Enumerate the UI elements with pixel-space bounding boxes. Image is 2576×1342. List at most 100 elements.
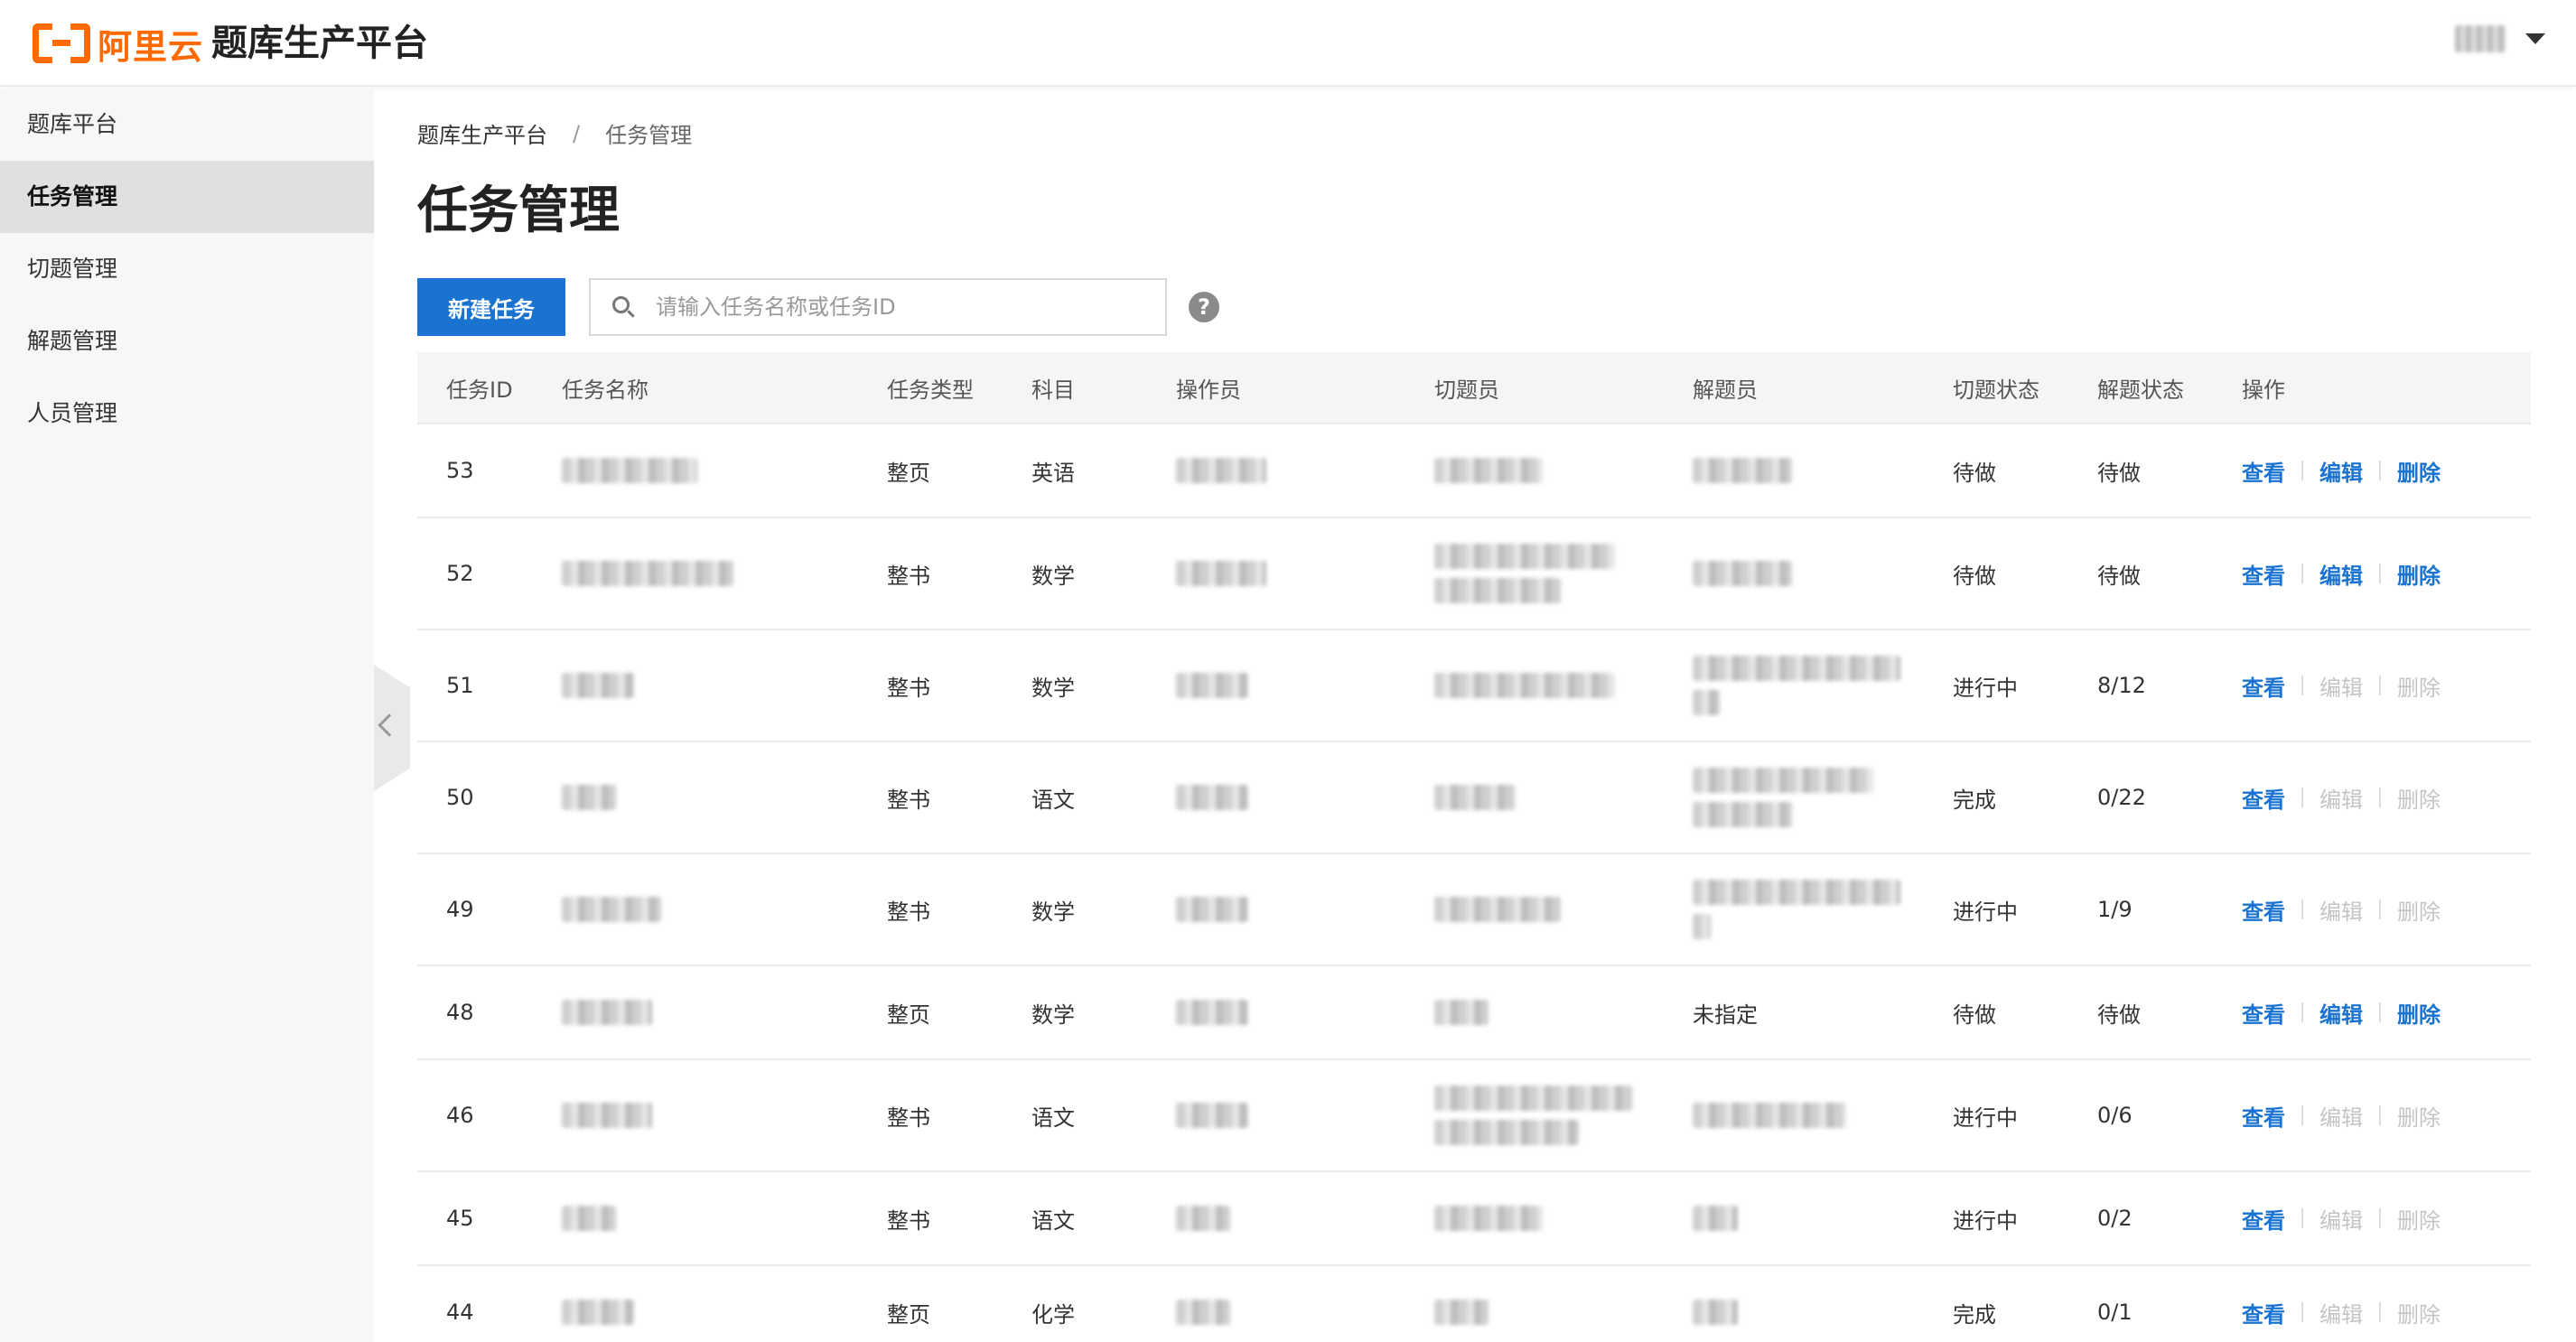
redacted-text [1434,897,1561,922]
edit-link[interactable]: 编辑 [2319,558,2363,590]
table-row: 46 整书 语文 进行中 0/6 查看 编辑 删除 [417,1060,2531,1172]
sidebar-item-task-management[interactable]: 任务管理 [0,161,374,233]
row-actions: 查看 编辑 删除 [2242,1297,2531,1328]
cut-status-cell: 完成 [1953,1301,1996,1328]
column-header-subject: 科目 [1031,377,1075,403]
edit-link: 编辑 [2319,899,2363,925]
redacted-text [1693,458,1792,483]
view-link[interactable]: 查看 [2242,997,2285,1029]
view-link[interactable]: 查看 [2242,455,2285,487]
redacted-text [1693,1103,1846,1128]
column-header-actions: 操作 [2242,377,2285,403]
row-actions: 查看 编辑 删除 [2242,1203,2531,1235]
redacted-text [1176,1300,1230,1325]
delete-link[interactable]: 删除 [2397,455,2441,487]
row-actions: 查看 编辑 删除 [2242,558,2531,590]
sidebar-item-question-solving[interactable]: 解题管理 [0,305,374,377]
edit-link[interactable]: 编辑 [2319,997,2363,1029]
task-type-cell: 整书 [887,1207,930,1234]
cutter-cell [1434,1000,1693,1025]
task-name-cell [562,673,887,698]
cutter-cell [1434,673,1693,698]
task-id-cell: 50 [446,785,474,810]
column-header-cut-status: 切题状态 [1953,377,2039,403]
action-divider [2379,1208,2381,1228]
sidebar: 题库平台 任务管理 切题管理 解题管理 人员管理 [0,89,374,1342]
breadcrumb-separator: / [573,120,581,146]
solver-cell [1693,1300,1953,1325]
view-link[interactable]: 查看 [2242,1100,2285,1132]
subject-cell: 数学 [1031,675,1075,701]
action-divider [2301,899,2303,919]
cutter-cell [1434,785,1693,810]
sidebar-item-question-bank[interactable]: 题库平台 [0,89,374,161]
solve-status-cell: 8/12 [2097,673,2146,698]
sidebar-item-question-cutting[interactable]: 切题管理 [0,233,374,305]
view-link[interactable]: 查看 [2242,670,2285,702]
operator-cell [1176,1000,1434,1025]
action-divider [2379,1302,2381,1322]
solver-cell [1693,1206,1953,1231]
redacted-text [1693,1206,1738,1231]
table-body: 53 整页 英语 待做 待做 查看 编辑 删除 52 整书 数学 待做 待做 查看 编辑 删除 51 整书 数学 进行… [417,424,2531,1342]
redacted-text [1176,1103,1248,1128]
user-menu[interactable] [2455,25,2545,52]
subject-cell: 语文 [1031,787,1075,813]
search-icon [612,296,635,318]
redacted-text [562,458,697,483]
aliyun-logo[interactable]: 阿里云 [33,22,203,67]
cut-status-cell: 进行中 [1953,1104,2018,1131]
edit-link: 编辑 [2319,787,2363,813]
new-task-button[interactable]: 新建任务 [417,278,565,336]
column-header-cutter: 切题员 [1434,377,1499,403]
cutter-cell [1434,458,1693,483]
task-id-cell: 53 [446,458,474,483]
search-input[interactable] [656,294,1162,320]
view-link[interactable]: 查看 [2242,558,2285,590]
subject-cell: 数学 [1031,563,1075,589]
task-name-cell [562,1103,887,1128]
aliyun-logo-icon [33,23,90,63]
subject-cell: 语文 [1031,1104,1075,1131]
help-icon[interactable]: ? [1189,292,1219,322]
edit-link: 编辑 [2319,675,2363,701]
caret-down-icon [2525,33,2545,44]
breadcrumb-root[interactable]: 题库生产平台 [417,117,547,149]
redacted-text [1693,1300,1738,1325]
view-link[interactable]: 查看 [2242,1203,2285,1235]
view-link[interactable]: 查看 [2242,782,2285,814]
task-type-cell: 整页 [887,460,930,486]
subject-cell: 数学 [1031,1002,1075,1028]
solver-cell [1693,768,1953,827]
action-divider [2379,676,2381,695]
table-row: 45 整书 语文 进行中 0/2 查看 编辑 删除 [417,1172,2531,1266]
action-divider [2379,1002,2381,1022]
edit-link[interactable]: 编辑 [2319,455,2363,487]
redacted-text [1434,1300,1489,1325]
cutter-cell [1434,1300,1693,1325]
action-divider [2379,1105,2381,1125]
search-box[interactable] [589,278,1167,336]
delete-link[interactable]: 删除 [2397,558,2441,590]
solve-status-cell: 0/22 [2097,785,2146,810]
sidebar-item-people[interactable]: 人员管理 [0,377,374,450]
column-header-id: 任务ID [446,377,513,403]
view-link[interactable]: 查看 [2242,1297,2285,1328]
redacted-text [1176,561,1266,586]
redacted-text [1434,544,1615,569]
column-header-operator: 操作员 [1176,377,1241,403]
page-title: 任务管理 [417,182,620,240]
delete-link[interactable]: 删除 [2397,997,2441,1029]
view-link[interactable]: 查看 [2242,894,2285,926]
sidebar-collapse-handle[interactable] [374,665,410,791]
redacted-text [1434,1120,1579,1145]
cutter-cell [1434,1086,1693,1145]
redacted-text [1693,656,1900,681]
task-name-cell [562,458,887,483]
solve-status-cell: 待做 [2097,460,2141,486]
redacted-text [1693,802,1792,827]
task-name-cell [562,1300,887,1325]
task-table: 任务ID 任务名称 任务类型 科目 操作员 切题员 解题员 切题状态 解题状态 … [417,352,2531,1342]
action-divider [2301,1302,2303,1322]
table-row: 49 整书 数学 进行中 1/9 查看 编辑 删除 [417,854,2531,966]
